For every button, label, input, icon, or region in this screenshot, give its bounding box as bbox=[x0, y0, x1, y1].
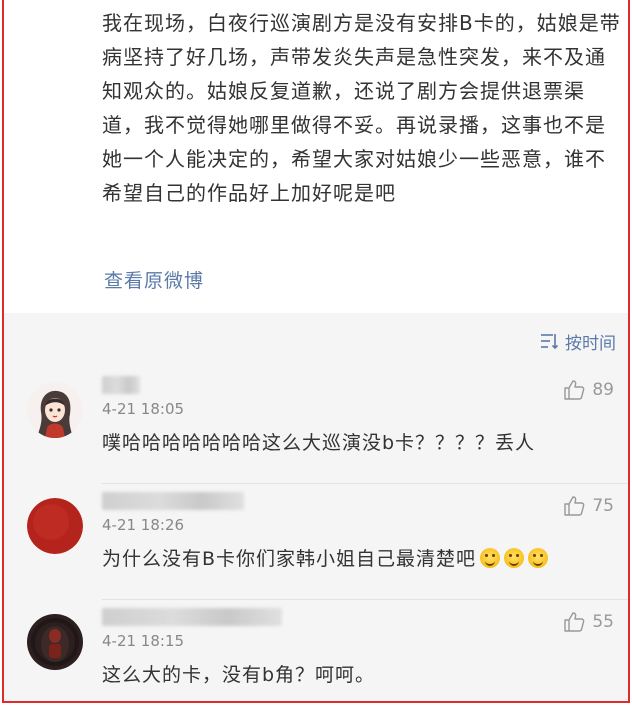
like-button[interactable]: 55 bbox=[562, 610, 614, 634]
original-post: 我在现场，白夜行巡演剧方是没有安排B卡的，姑娘是带病坚持了好几场，声带发炎失声是… bbox=[4, 0, 628, 313]
grin-emoji-icon bbox=[480, 548, 501, 568]
anime-avatar-icon bbox=[27, 382, 83, 438]
thumbs-up-icon bbox=[564, 496, 585, 516]
like-button[interactable]: 89 bbox=[562, 378, 614, 402]
comment-text-row: 为什么没有B卡你们家韩小姐自己最清楚吧 bbox=[102, 544, 549, 571]
blurred-username[interactable] bbox=[102, 492, 244, 510]
dark-photo-avatar-icon bbox=[27, 614, 83, 670]
sort-label: 按时间 bbox=[565, 333, 616, 354]
like-count: 75 bbox=[592, 496, 614, 516]
comment-time: 4-21 18:15 bbox=[102, 632, 185, 650]
sort-by-time-button[interactable]: 按时间 bbox=[539, 329, 616, 354]
avatar[interactable] bbox=[27, 614, 83, 670]
comments-section: 按时间 4-21 18:05 89 噗哈哈哈哈哈哈哈这么大巡演没b卡？？？？丢人… bbox=[4, 313, 628, 701]
sort-by-time-icon bbox=[541, 334, 559, 350]
comment-time: 4-21 18:05 bbox=[102, 400, 185, 418]
grin-emoji-icon bbox=[504, 548, 525, 568]
comment-text: 这么大的卡，没有b角？呵呵。 bbox=[102, 664, 376, 686]
comment-text: 噗哈哈哈哈哈哈哈这么大巡演没b卡？？？？丢人 bbox=[102, 432, 536, 454]
comment-text: 为什么没有B卡你们家韩小姐自己最清楚吧 bbox=[102, 548, 477, 570]
thumbs-up-icon bbox=[564, 380, 585, 400]
thumbs-up-icon bbox=[564, 612, 585, 632]
blurred-username[interactable] bbox=[102, 608, 282, 626]
comment-item: 4-21 18:05 89 噗哈哈哈哈哈哈哈这么大巡演没b卡？？？？丢人 bbox=[4, 368, 628, 484]
grin-emoji-icon bbox=[528, 548, 549, 568]
like-count: 55 bbox=[592, 612, 614, 632]
blurred-username[interactable] bbox=[102, 376, 140, 394]
red-circle-avatar-icon bbox=[27, 498, 83, 554]
screenshot-frame: 我在现场，白夜行巡演剧方是没有安排B卡的，姑娘是带病坚持了好几场，声带发炎失声是… bbox=[2, 0, 630, 703]
view-original-weibo-link[interactable]: 查看原微博 bbox=[104, 266, 204, 293]
comment-item: 4-21 18:26 75 为什么没有B卡你们家韩小姐自己最清楚吧 bbox=[4, 484, 628, 600]
avatar[interactable] bbox=[27, 382, 83, 438]
like-button[interactable]: 75 bbox=[562, 494, 614, 518]
avatar[interactable] bbox=[27, 498, 83, 554]
comment-time: 4-21 18:26 bbox=[102, 516, 185, 534]
comment-item: 4-21 18:15 55 这么大的卡，没有b角？呵呵。 bbox=[4, 600, 628, 701]
like-count: 89 bbox=[592, 380, 614, 400]
post-text: 我在现场，白夜行巡演剧方是没有安排B卡的，姑娘是带病坚持了好几场，声带发炎失声是… bbox=[102, 11, 621, 205]
